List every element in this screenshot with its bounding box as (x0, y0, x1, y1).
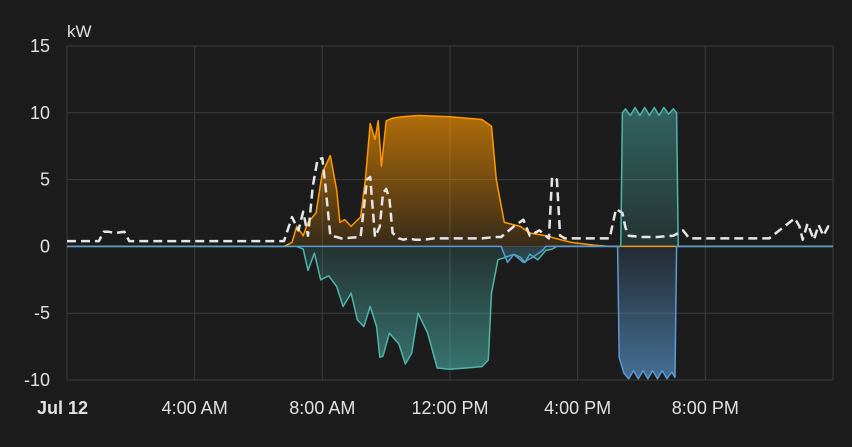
series-layer (67, 106, 834, 380)
chart-canvas: kW 15 10 5 0 -5 -10 Jul 12 4:00 AM 8:00 AM 12:00 … (24, 22, 834, 418)
x-tick-label: 4:00 AM (162, 398, 228, 418)
y-tick-label: 15 (30, 36, 50, 56)
y-tick-label: 10 (30, 103, 50, 123)
y-tick-label: -10 (24, 370, 50, 390)
x-tick-label: Jul 12 (37, 398, 88, 418)
solar-area (67, 115, 833, 247)
y-tick-label: 0 (40, 236, 50, 256)
x-tick-label: 8:00 AM (289, 398, 355, 418)
x-tick-label: 8:00 PM (672, 398, 739, 418)
y-axis-label: kW (67, 22, 92, 41)
y-tick-label: 5 (40, 170, 50, 190)
x-tick-label: 12:00 PM (411, 398, 488, 418)
y-tick-label: -5 (34, 303, 50, 323)
energy-chart: kW 15 10 5 0 -5 -10 Jul 12 4:00 AM 8:00 AM 12:00 … (0, 0, 852, 442)
x-tick-label: 4:00 PM (544, 398, 611, 418)
